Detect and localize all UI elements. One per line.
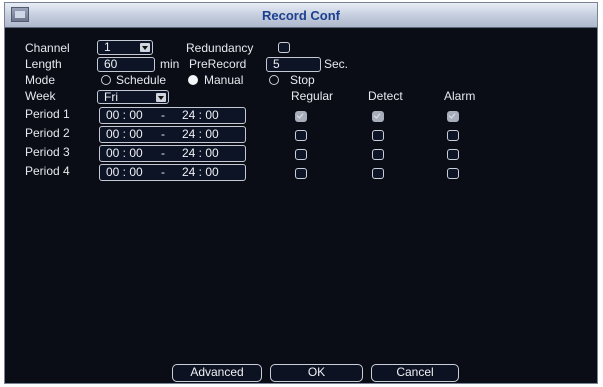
period-1-start: 00 : 00 xyxy=(106,108,143,122)
period-2-label: Period 2 xyxy=(25,126,70,140)
period-3-regular-checkbox[interactable] xyxy=(295,149,307,160)
period-2-regular-checkbox[interactable] xyxy=(295,130,307,141)
period-3-separator: - xyxy=(161,146,165,160)
period-2-start: 00 : 00 xyxy=(106,127,143,141)
period-2-alarm-checkbox[interactable] xyxy=(447,130,459,141)
column-alarm: Alarm xyxy=(444,89,476,103)
mode-stop-label: Stop xyxy=(290,73,315,87)
window-title: Record Conf xyxy=(262,8,340,23)
period-3-end: 24 : 00 xyxy=(182,146,219,160)
chevron-down-icon xyxy=(156,92,166,102)
prerecord-unit: Sec. xyxy=(324,57,349,71)
period-3-detect-checkbox[interactable] xyxy=(372,149,384,160)
record-conf-window: Record Conf Channel 1 Redundancy Length … xyxy=(4,2,598,384)
period-4-end: 24 : 00 xyxy=(182,165,219,179)
period-4-detect-checkbox[interactable] xyxy=(372,168,384,179)
period-1-regular-checkbox[interactable] xyxy=(295,111,307,122)
period-4-regular-checkbox[interactable] xyxy=(295,168,307,179)
week-select[interactable]: Fri xyxy=(97,90,169,104)
mode-manual-radio[interactable] xyxy=(188,75,198,85)
period-2-time-range[interactable]: 00 : 00 - 24 : 00 xyxy=(99,126,246,143)
period-3-label: Period 3 xyxy=(25,145,70,159)
mode-schedule-label: Schedule xyxy=(116,73,167,87)
ok-button[interactable]: OK xyxy=(270,364,363,382)
period-4-start: 00 : 00 xyxy=(106,165,143,179)
channel-value: 1 xyxy=(104,40,111,54)
length-unit: min xyxy=(160,57,180,71)
channel-label: Channel xyxy=(25,41,70,55)
mode-manual-label: Manual xyxy=(204,73,244,87)
period-1-end: 24 : 00 xyxy=(182,108,219,122)
period-1-time-range[interactable]: 00 : 00 - 24 : 00 xyxy=(99,107,246,124)
redundancy-label: Redundancy xyxy=(186,41,254,55)
chevron-down-icon xyxy=(140,43,150,52)
period-3-alarm-checkbox[interactable] xyxy=(447,149,459,160)
channel-select[interactable]: 1 xyxy=(97,40,153,55)
period-4-label: Period 4 xyxy=(25,164,70,178)
period-1-separator: - xyxy=(161,108,165,122)
advanced-button[interactable]: Advanced xyxy=(172,364,262,382)
week-value: Fri xyxy=(104,90,118,104)
mode-schedule-radio[interactable] xyxy=(101,75,111,85)
length-label: Length xyxy=(25,57,62,71)
length-input[interactable]: 60 xyxy=(97,57,155,72)
week-label: Week xyxy=(25,89,56,103)
mode-label: Mode xyxy=(25,73,56,87)
title-bar: Record Conf xyxy=(5,3,597,28)
redundancy-checkbox[interactable] xyxy=(278,42,290,53)
prerecord-input[interactable]: 5 xyxy=(266,57,321,72)
period-4-alarm-checkbox[interactable] xyxy=(447,168,459,179)
period-3-start: 00 : 00 xyxy=(106,146,143,160)
period-4-time-range[interactable]: 00 : 00 - 24 : 00 xyxy=(99,164,246,181)
period-2-detect-checkbox[interactable] xyxy=(372,130,384,141)
mode-stop-radio[interactable] xyxy=(269,75,279,85)
period-1-detect-checkbox[interactable] xyxy=(372,111,384,122)
cancel-button[interactable]: Cancel xyxy=(371,364,459,382)
column-detect: Detect xyxy=(368,89,403,103)
period-2-separator: - xyxy=(161,127,165,141)
period-1-label: Period 1 xyxy=(25,107,70,121)
column-regular: Regular xyxy=(291,89,334,103)
period-3-time-range[interactable]: 00 : 00 - 24 : 00 xyxy=(99,145,246,162)
prerecord-label: PreRecord xyxy=(189,57,247,71)
period-4-separator: - xyxy=(161,165,165,179)
period-1-alarm-checkbox[interactable] xyxy=(447,111,459,122)
period-2-end: 24 : 00 xyxy=(182,127,219,141)
